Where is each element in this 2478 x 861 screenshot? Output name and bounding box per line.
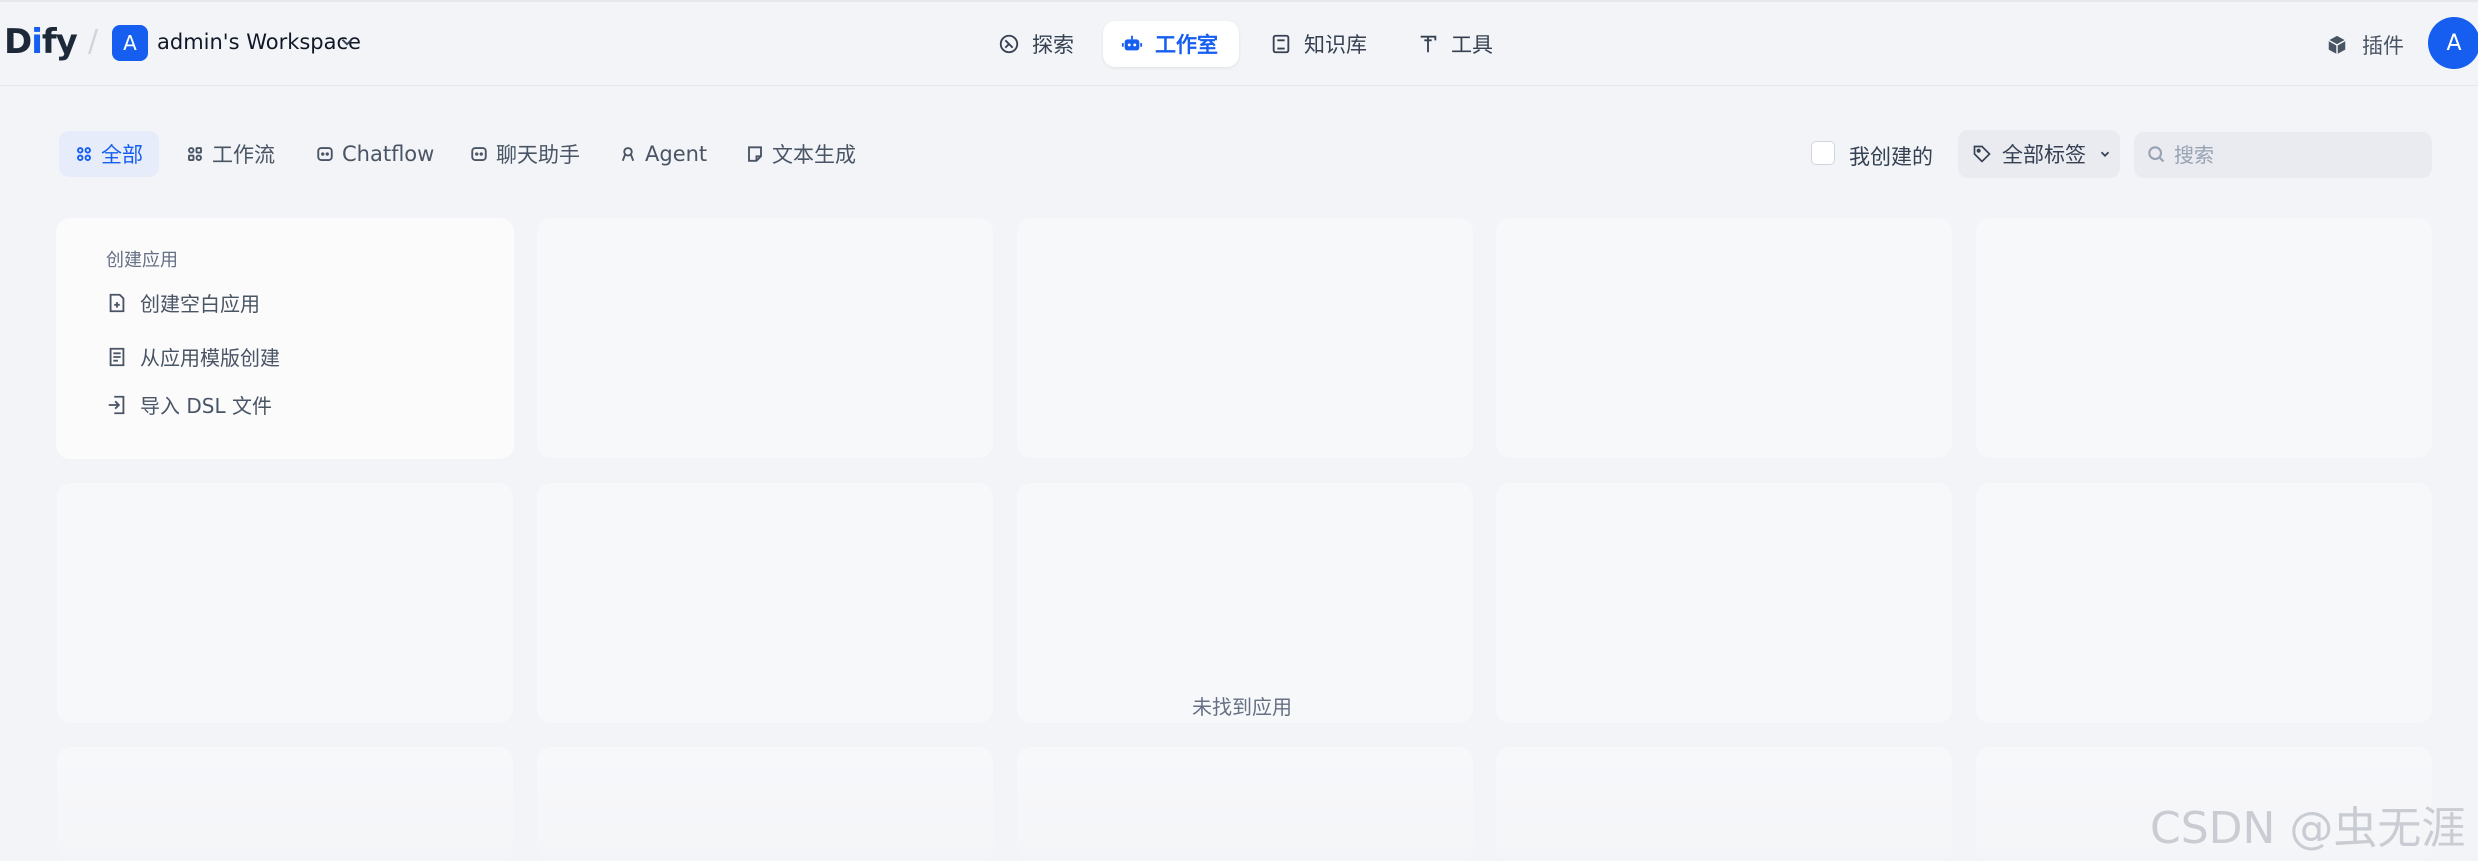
- breadcrumb-divider: /: [88, 24, 99, 59]
- chevron-down-icon: [2100, 151, 2110, 157]
- empty-state-message: 未找到应用: [1192, 695, 1292, 719]
- plugin-button[interactable]: 插件: [2326, 30, 2404, 60]
- import-icon: [108, 395, 125, 414]
- tag-filter-button[interactable]: 全部标签: [1958, 130, 2120, 178]
- app-card-placeholder: [537, 483, 993, 723]
- app-card-placeholder: [537, 747, 993, 861]
- app-card-placeholder: [1017, 747, 1473, 861]
- search-input[interactable]: [2134, 132, 2432, 178]
- book-icon: [1272, 34, 1290, 54]
- workspace-avatar[interactable]: A: [112, 25, 148, 61]
- app-card-placeholder: [1017, 218, 1473, 458]
- chevron-down-icon[interactable]: [338, 33, 356, 51]
- created-by-me-label[interactable]: 我创建的: [1849, 141, 1933, 171]
- tab-workflow[interactable]: 工作流: [186, 131, 275, 177]
- dify-logo[interactable]: Dify: [4, 22, 78, 62]
- app-card-placeholder: [1496, 747, 1952, 861]
- grid-icon: [77, 147, 91, 161]
- workflow-icon: [188, 147, 202, 161]
- import-dsl-file[interactable]: 导入 DSL 文件: [106, 390, 272, 419]
- create-app-title: 创建应用: [106, 250, 178, 271]
- nav-studio[interactable]: 工作室: [1103, 21, 1239, 67]
- workspace-name[interactable]: admin's Workspace: [157, 30, 361, 54]
- nav-explore[interactable]: 探索: [998, 21, 1074, 67]
- tab-all[interactable]: 全部: [59, 131, 159, 177]
- hammer-icon: [1420, 35, 1437, 53]
- create-blank-app[interactable]: 创建空白应用: [106, 288, 260, 317]
- file-plus-icon: [109, 293, 125, 312]
- tab-chat-assistant[interactable]: 聊天助手: [470, 131, 580, 177]
- app-card-placeholder: [1496, 218, 1952, 458]
- user-avatar[interactable]: A: [2428, 17, 2478, 69]
- create-from-template[interactable]: 从应用模版创建: [106, 342, 280, 371]
- app-card-placeholder: [1976, 218, 2432, 458]
- nav-knowledge[interactable]: 知识库: [1270, 21, 1367, 67]
- search-icon: [2148, 146, 2165, 163]
- chat-bubble-icon: [471, 147, 487, 161]
- app-card-placeholder: [1496, 483, 1952, 723]
- watermark: CSDN @虫无涯: [2150, 803, 2466, 854]
- app-card-placeholder: [57, 483, 513, 723]
- note-icon: [748, 146, 762, 162]
- app-card-placeholder: [537, 218, 993, 458]
- agent-icon: [621, 147, 635, 162]
- cube-icon: [2328, 35, 2346, 55]
- app-card-placeholder: [57, 747, 513, 861]
- compass-icon: [999, 34, 1019, 54]
- app-card-placeholder: [1017, 483, 1473, 723]
- nav-tools[interactable]: 工具: [1417, 21, 1493, 67]
- tab-chatflow[interactable]: Chatflow: [316, 131, 434, 177]
- template-icon: [109, 347, 125, 366]
- app-card-placeholder: [1976, 483, 2432, 723]
- created-by-me-checkbox[interactable]: [1811, 141, 1835, 165]
- tag-icon: [1973, 145, 1991, 163]
- chat-bubble-icon: [317, 147, 333, 161]
- tab-text-generation[interactable]: 文本生成: [746, 131, 856, 177]
- tab-agent[interactable]: Agent: [619, 131, 707, 177]
- top-bar: [0, 0, 2478, 86]
- robot-icon: [1121, 35, 1143, 51]
